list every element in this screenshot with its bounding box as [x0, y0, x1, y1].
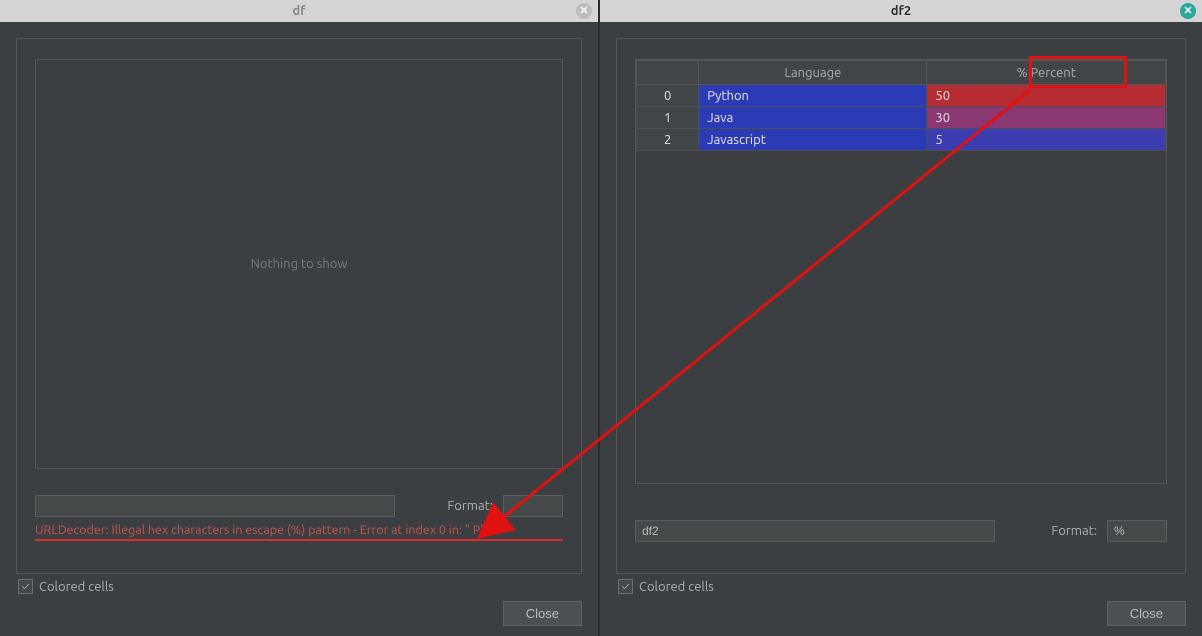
- input-row-df: Format:: [35, 495, 563, 517]
- close-button-df2[interactable]: Close: [1107, 601, 1186, 626]
- title-df: df: [292, 4, 305, 18]
- table-row[interactable]: 2Javascript5: [637, 129, 1166, 151]
- frame-df2: Language % Percent 0Python501Java302Java…: [616, 38, 1186, 574]
- cell-index: 0: [637, 85, 699, 107]
- close-icon[interactable]: ✕: [1180, 3, 1196, 19]
- title-df2: df2: [891, 4, 911, 18]
- data-viewer-df2[interactable]: Language % Percent 0Python501Java302Java…: [635, 59, 1167, 484]
- col-header-percent[interactable]: % Percent: [927, 61, 1166, 85]
- table-header-row: Language % Percent: [637, 61, 1166, 85]
- pane-df2: df2 ✕ Language % Percent 0Python501Java3…: [600, 0, 1202, 636]
- cell-index: 2: [637, 129, 699, 151]
- cell-percent: 5: [927, 129, 1166, 151]
- cell-percent: 30: [927, 107, 1166, 129]
- colored-cells-checkbox-df2[interactable]: ✓: [618, 579, 633, 594]
- close-button-df[interactable]: Close: [503, 601, 582, 626]
- name-input-df[interactable]: [35, 495, 395, 517]
- colored-cells-row-df: ✓ Colored cells: [18, 579, 114, 594]
- error-message: URLDecoder: Illegal hex characters in es…: [35, 523, 563, 541]
- format-label-df: Format:: [447, 499, 493, 513]
- table-row[interactable]: 1Java30: [637, 107, 1166, 129]
- cell-language: Java: [699, 107, 927, 129]
- format-label-df2: Format:: [1051, 524, 1097, 538]
- data-viewer-df: Nothing to show: [35, 59, 563, 469]
- col-header-language[interactable]: Language: [699, 61, 927, 85]
- name-input-df2[interactable]: [635, 520, 995, 542]
- cell-language: Javascript: [699, 129, 927, 151]
- table-row[interactable]: 0Python50: [637, 85, 1166, 107]
- button-row-df2: Close: [1107, 601, 1186, 626]
- format-input-df[interactable]: [503, 495, 563, 517]
- format-input-df2[interactable]: [1107, 520, 1167, 542]
- colored-cells-checkbox-df[interactable]: ✓: [18, 579, 33, 594]
- titlebar-df2: df2 ✕: [600, 0, 1202, 22]
- input-row-df2: Format:: [635, 520, 1167, 542]
- cell-language: Python: [699, 85, 927, 107]
- empty-placeholder: Nothing to show: [251, 257, 348, 271]
- colored-cells-label-df2: Colored cells: [639, 580, 714, 594]
- titlebar-df: df ✕: [0, 0, 598, 22]
- close-icon[interactable]: ✕: [576, 3, 592, 19]
- colored-cells-row-df2: ✓ Colored cells: [618, 579, 714, 594]
- colored-cells-label-df: Colored cells: [39, 580, 114, 594]
- frame-df: Nothing to show Format: URLDecoder: Ille…: [16, 38, 582, 574]
- cell-percent: 50: [927, 85, 1166, 107]
- cell-index: 1: [637, 107, 699, 129]
- pane-df: df ✕ Nothing to show Format: URLDecoder:…: [0, 0, 600, 636]
- data-table: Language % Percent 0Python501Java302Java…: [636, 60, 1166, 151]
- col-header-index[interactable]: [637, 61, 699, 85]
- button-row-df: Close: [503, 601, 582, 626]
